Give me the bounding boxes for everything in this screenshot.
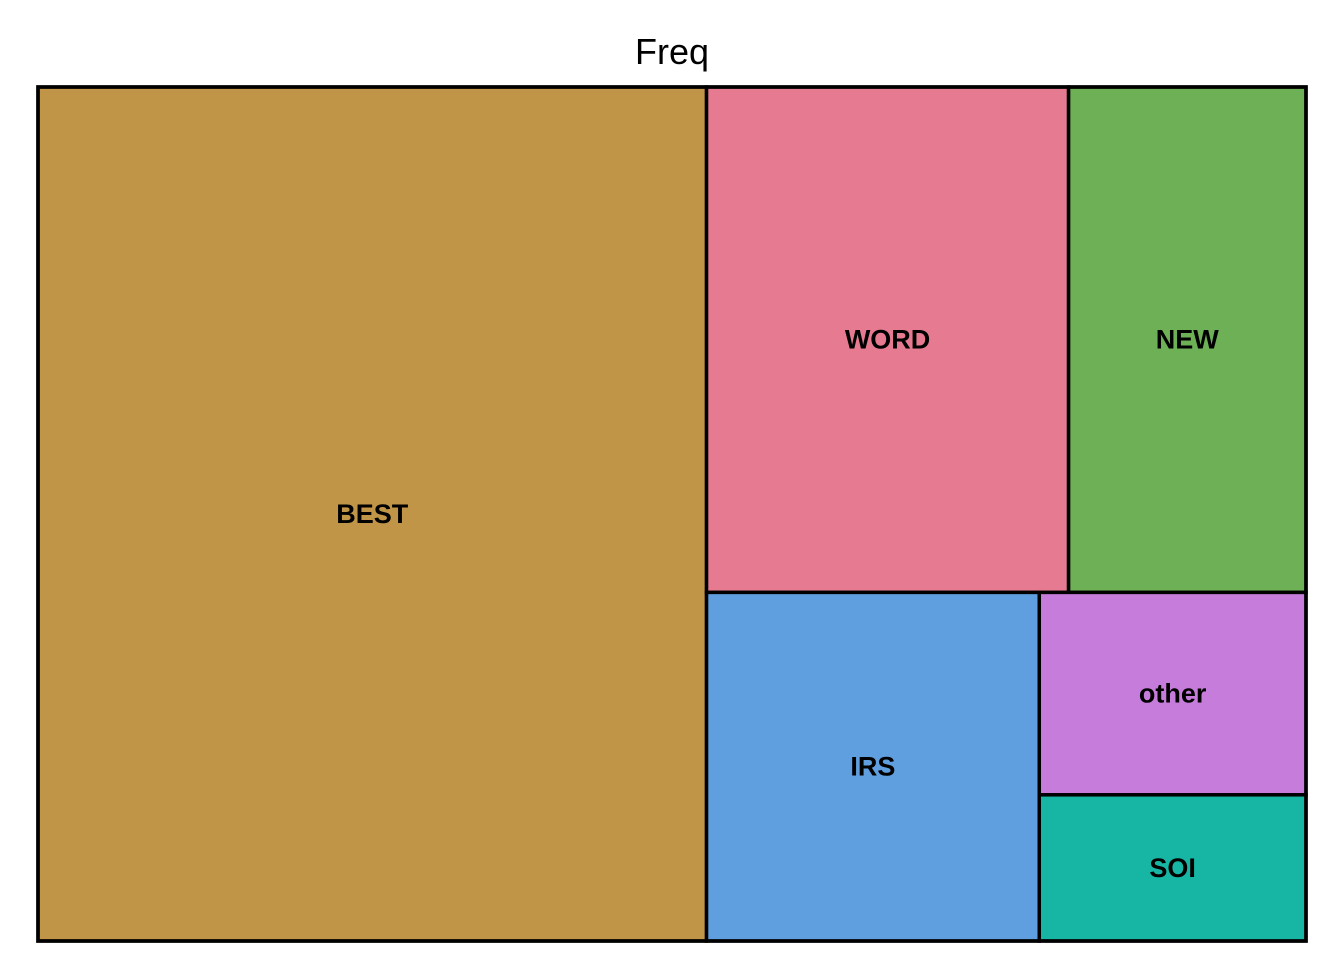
tile-irs: IRS: [704, 590, 1042, 943]
tile-label-word: WORD: [845, 325, 930, 355]
tile-soi: SOI: [1037, 793, 1308, 943]
tile-word: WORD: [704, 85, 1071, 595]
tile-other: other: [1037, 590, 1308, 797]
tile-label-other: other: [1139, 679, 1207, 709]
tile-best: BEST: [36, 85, 709, 943]
tile-label-irs: IRS: [850, 752, 895, 782]
tile-label-soi: SOI: [1149, 853, 1196, 883]
treemap-chart: Freq BEST WORD NEW IRS other SOI: [0, 0, 1344, 960]
tile-label-best: BEST: [336, 499, 409, 529]
treemap-plot: BEST WORD NEW IRS other SOI: [36, 85, 1308, 943]
tile-label-new: NEW: [1156, 325, 1220, 355]
tile-new: NEW: [1066, 85, 1308, 595]
